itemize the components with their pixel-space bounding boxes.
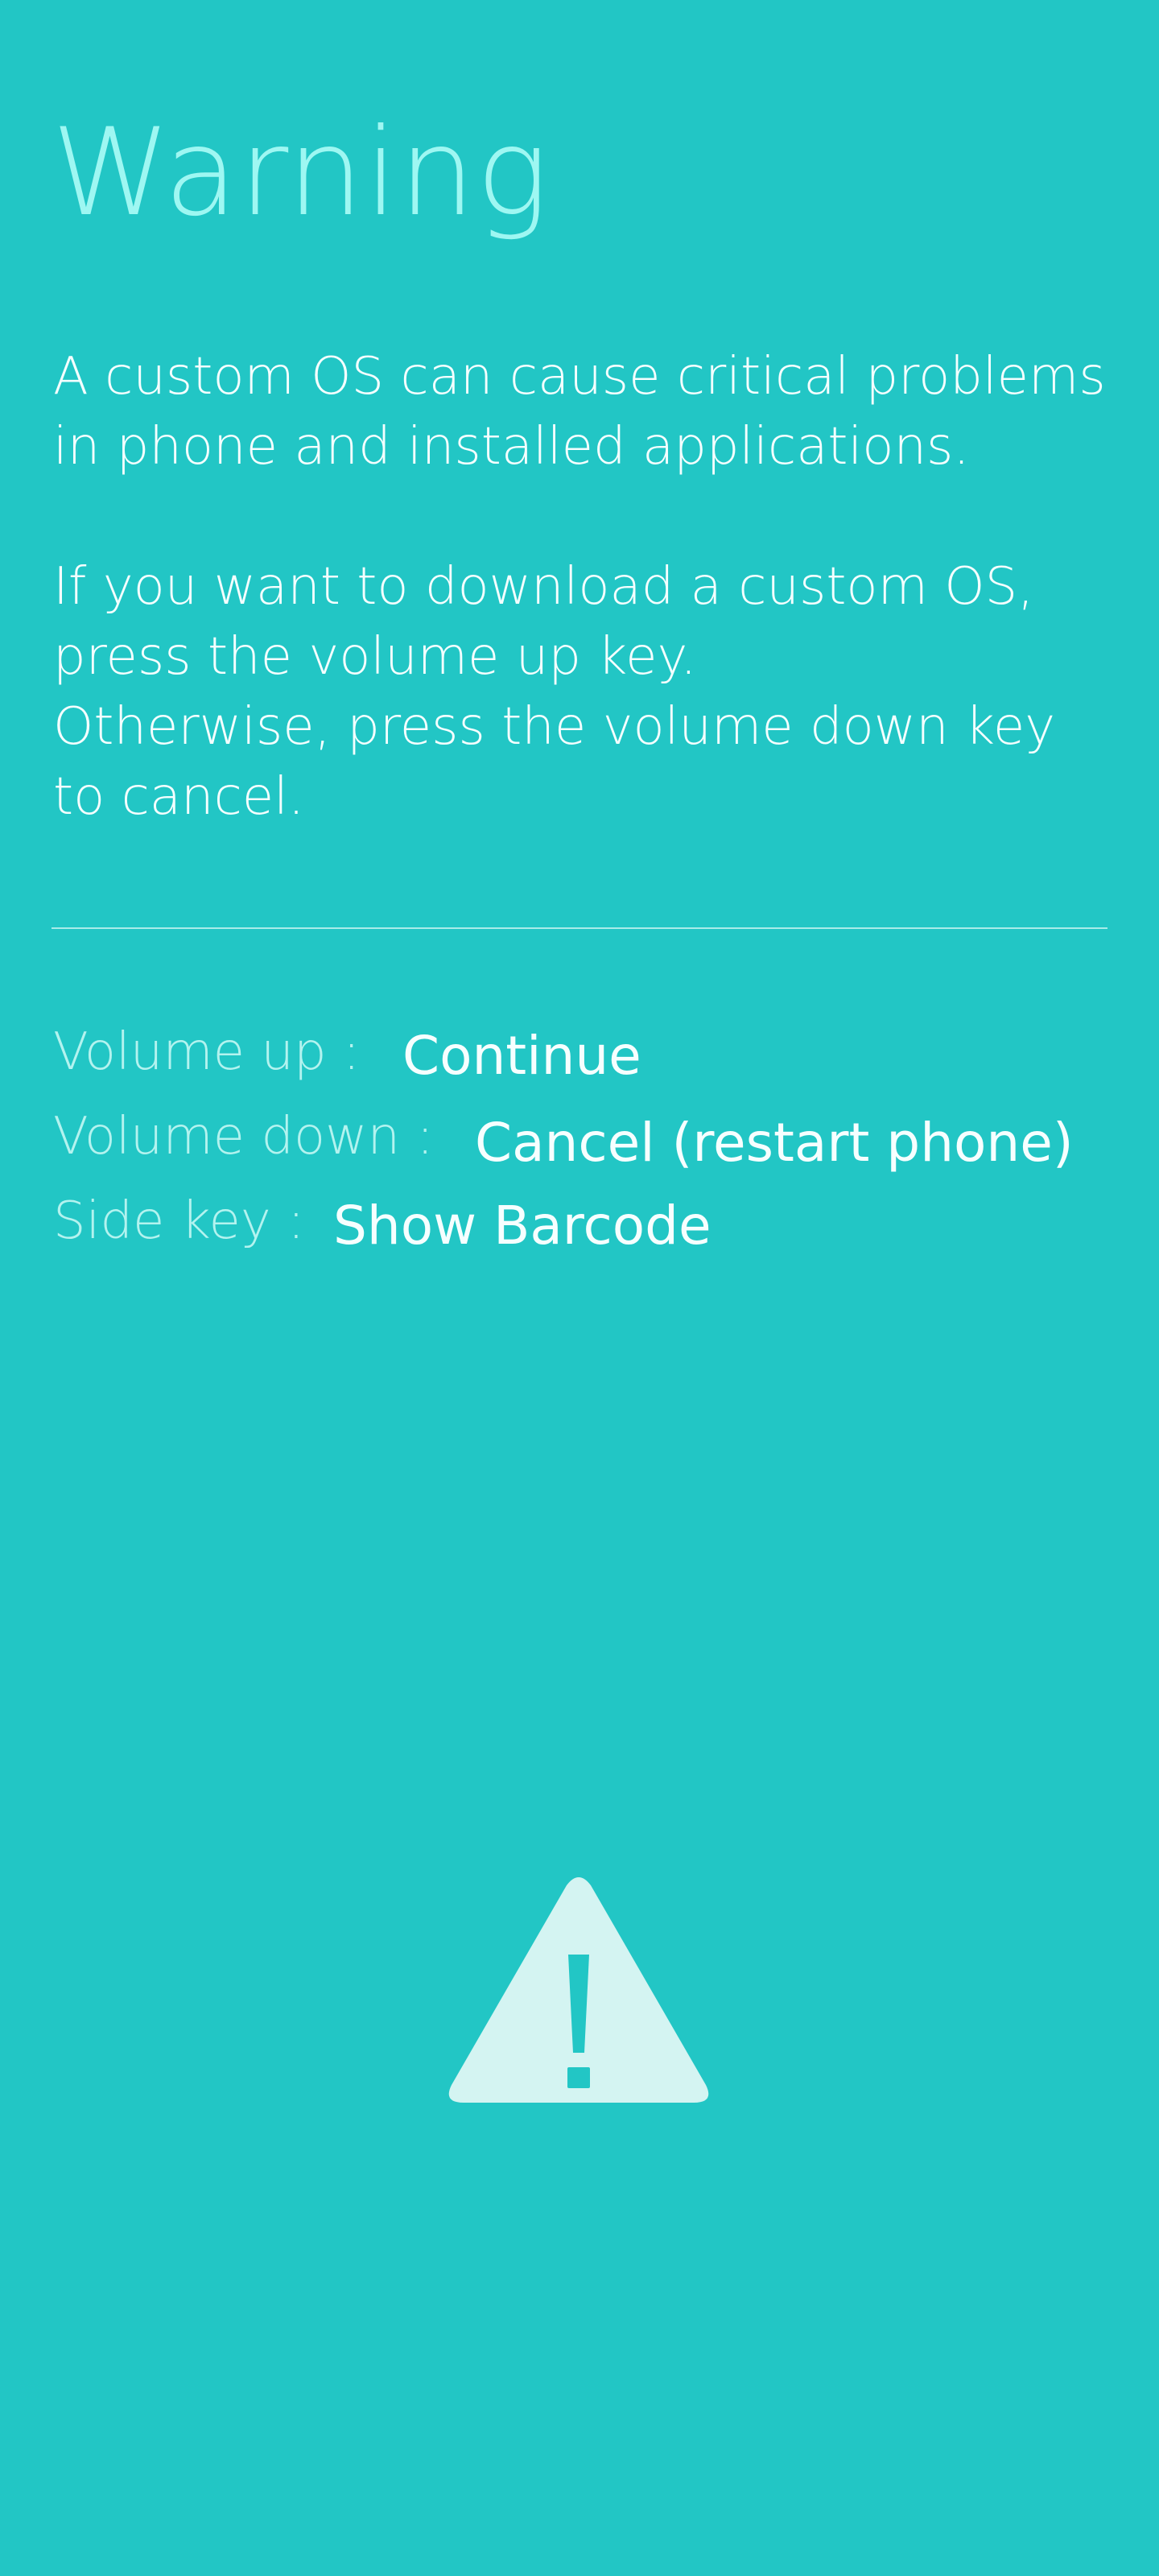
message-line: A custom OS can cause critical problems [53, 347, 1106, 407]
divider [52, 927, 1107, 929]
side-key-label: Side key : [53, 1191, 305, 1251]
show-barcode-action: Show Barcode [333, 1195, 711, 1257]
warning-message: A custom OS can cause critical problems … [53, 342, 1116, 832]
download-mode-warning-screen: Warning A custom OS can cause critical p… [0, 0, 1159, 2576]
message-line: press the volume up key. [53, 627, 697, 687]
message-line: to cancel. [53, 767, 305, 827]
volume-down-label: Volume down : [53, 1107, 434, 1166]
warning-title: Warning [52, 103, 550, 243]
message-line: If you want to download a custom OS, [53, 557, 1034, 617]
message-line: in phone and installed applications. [53, 417, 970, 477]
cancel-action: Cancel (restart phone) [475, 1112, 1074, 1174]
message-line: Otherwise, press the volume down key [53, 697, 1056, 757]
volume-up-label: Volume up : [53, 1022, 361, 1082]
continue-action: Continue [402, 1025, 641, 1087]
warning-triangle-icon [448, 1877, 709, 2103]
